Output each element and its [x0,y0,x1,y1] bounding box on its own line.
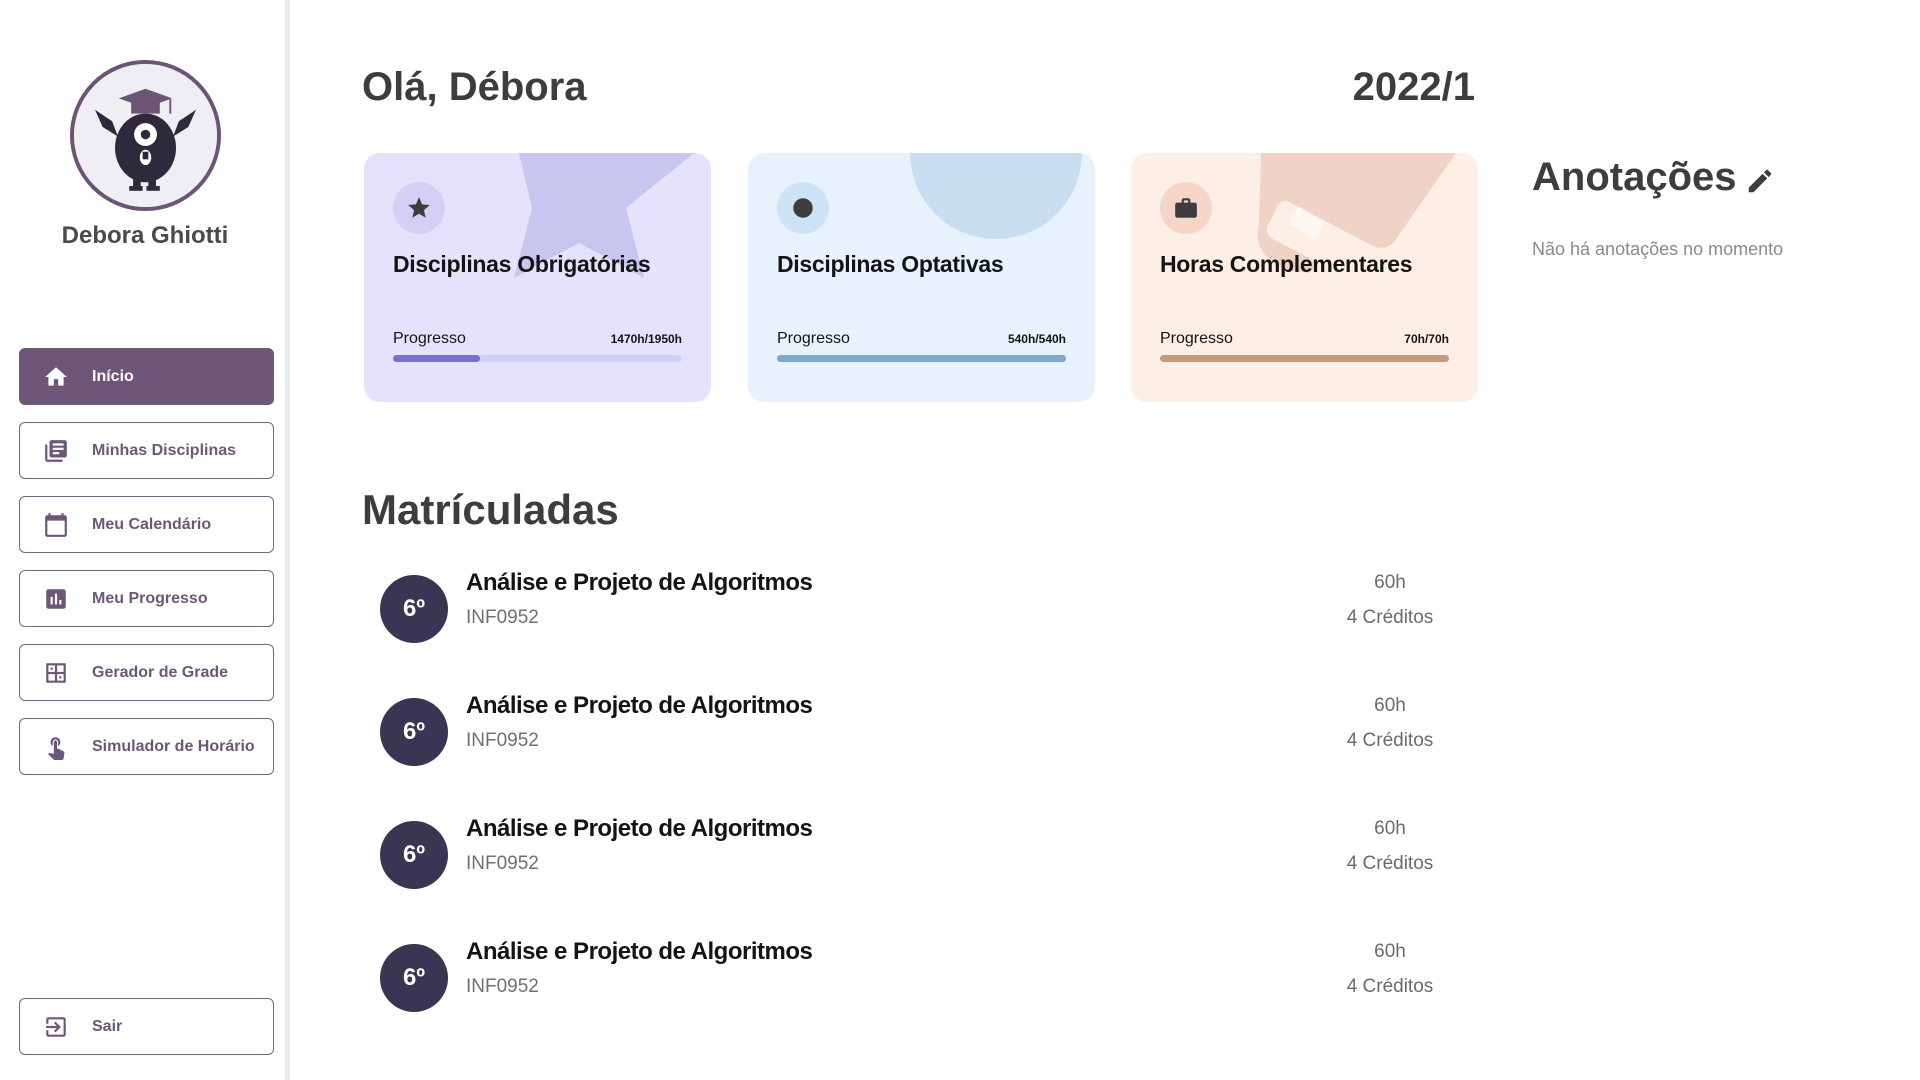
semester-badge: 6º [380,575,448,643]
list-item[interactable]: 6º Análise e Projeto de Algoritmos INF09… [380,567,1450,657]
calendar-icon [42,511,70,539]
progress-label: Progresso [393,330,466,347]
list-item[interactable]: 6º Análise e Projeto de Algoritmos INF09… [380,813,1450,903]
sidebar: Debora Ghiotti Início Minhas Disciplinas… [0,0,290,1080]
course-hours: 60h [1374,572,1406,593]
nav-item-label: Meu Calendário [92,515,212,533]
nav-item-minhas-disciplinas[interactable]: Minhas Disciplinas [19,422,274,479]
nav-item-label: Simulador de Horário [92,737,255,755]
progress-label: Progresso [777,330,850,347]
notes-empty-message: Não há anotações no momento [1532,239,1784,259]
nav-item-label: Minhas Disciplinas [92,441,237,459]
nav-item-meu-progresso[interactable]: Meu Progresso [19,570,274,627]
course-code: INF0952 [466,607,539,628]
course-hours: 60h [1374,695,1406,716]
progress-track [777,355,1066,362]
circle-icon [793,198,813,218]
card-disciplinas-optativas[interactable]: Disciplinas Optativas Progresso 540h/540… [748,153,1095,402]
semester-badge: 6º [380,698,448,766]
nav-item-label: Gerador de Grade [92,663,229,681]
list-item[interactable]: 6º Análise e Projeto de Algoritmos INF09… [380,936,1450,1026]
progress-fill [1160,355,1449,362]
card-disciplinas-obrigatorias[interactable]: Disciplinas Obrigatórias Progresso 1470h… [364,153,711,402]
course-name: Análise e Projeto de Algoritmos [466,569,813,596]
card-title: Disciplinas Optativas [777,251,1004,277]
progress-track [393,355,682,362]
greeting: Olá, Débora [362,65,587,109]
user-name: Debora Ghiotti [61,222,229,249]
course-name: Análise e Projeto de Algoritmos [466,938,813,965]
briefcase-icon [1175,198,1197,218]
course-credits: 4 Créditos [1346,730,1434,751]
logout-label: Sair [92,1017,123,1035]
course-hours: 60h [1374,941,1406,962]
bar-chart-icon [42,585,70,613]
logout-icon [42,1013,70,1041]
nav-item-label: Início [92,367,134,385]
semester-badge: 6º [380,944,448,1012]
semester-badge: 6º [380,821,448,889]
course-name: Análise e Projeto de Algoritmos [466,692,813,719]
logout-button[interactable]: Sair [19,998,274,1055]
list-item[interactable]: 6º Análise e Projeto de Algoritmos INF09… [380,690,1450,780]
notes-title: Anotações [1532,155,1737,199]
avatar [70,60,221,211]
nav-item-label: Meu Progresso [92,589,208,607]
course-credits: 4 Créditos [1346,976,1434,997]
card-title: Horas Complementares [1160,251,1413,277]
nav-item-inicio[interactable]: Início [19,348,274,405]
course-code: INF0952 [466,730,539,751]
card-title: Disciplinas Obrigatórias [393,251,651,277]
progress-track [1160,355,1449,362]
progress-value: 70h/70h [1404,332,1449,346]
circle-icon-badge [777,182,829,234]
course-code: INF0952 [466,853,539,874]
star-icon-badge [393,182,445,234]
course-hours: 60h [1374,818,1406,839]
progress-value: 540h/540h [1007,332,1066,346]
progress-value: 1470h/1950h [610,332,682,346]
progress-fill [777,355,1066,362]
edit-notes-button[interactable] [1745,166,1775,196]
library-books-icon [42,437,70,465]
course-credits: 4 Créditos [1346,853,1434,874]
pencil-icon [1748,169,1772,193]
course-name: Análise e Projeto de Algoritmos [466,815,813,842]
progress-fill [393,355,480,362]
home-icon [42,363,70,391]
course-credits: 4 Créditos [1346,607,1434,628]
briefcase-icon-badge [1160,182,1212,234]
star-icon [408,197,430,218]
card-horas-complementares[interactable]: Horas Complementares Progresso 70h/70h [1131,153,1478,402]
grid-view-icon [42,659,70,687]
semester: 2022/1 [1352,65,1475,109]
nav-item-simulador-de-horario[interactable]: Simulador de Horário [19,718,274,775]
mascot-graduate-icon [74,64,217,207]
nav-item-gerador-de-grade[interactable]: Gerador de Grade [19,644,274,701]
progress-label: Progresso [1160,330,1233,347]
course-code: INF0952 [466,976,539,997]
touch-icon [42,733,70,761]
nav-item-meu-calendario[interactable]: Meu Calendário [19,496,274,553]
enrolled-title: Matrículadas [362,486,619,533]
